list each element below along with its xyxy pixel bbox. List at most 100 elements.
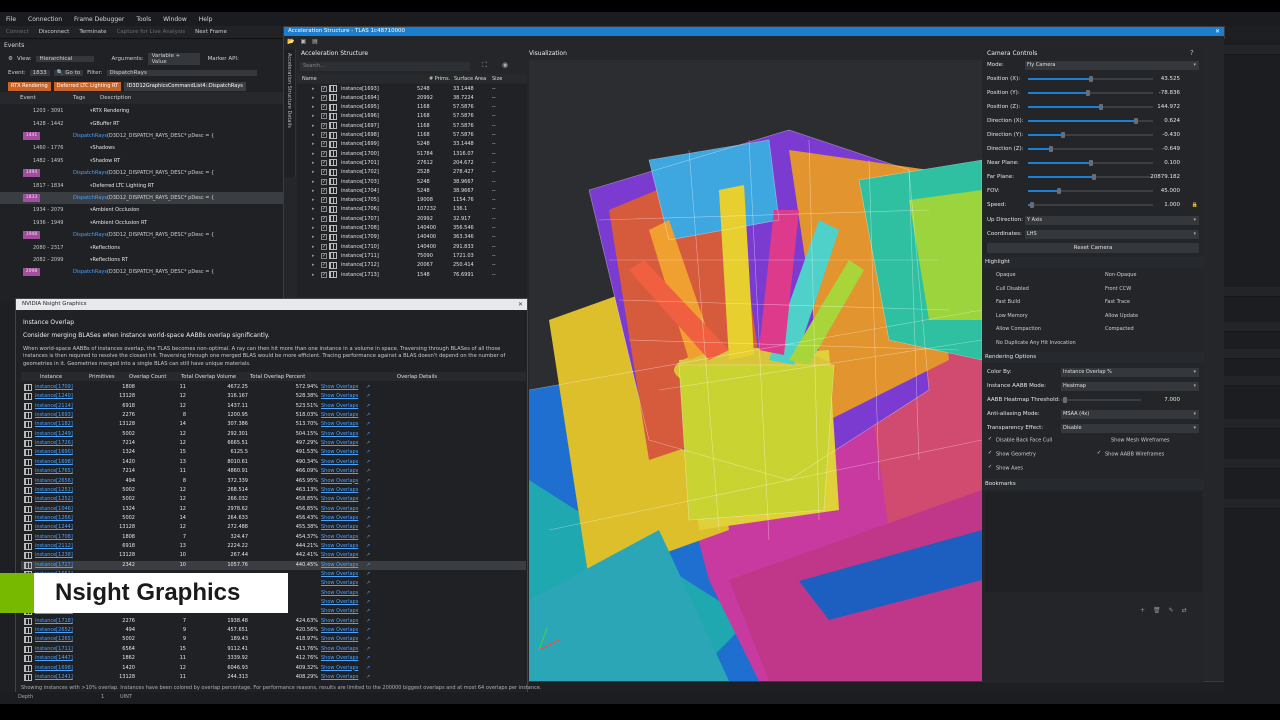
chevron-right-icon[interactable]: ▸ xyxy=(312,272,315,278)
external-link-icon[interactable]: ↗ xyxy=(366,384,370,390)
next-frame-button[interactable]: Next Frame xyxy=(195,29,227,35)
tree-row[interactable]: ▸ ✓ instance[1696] 1168 57.5876 -- xyxy=(297,112,527,121)
instance-link[interactable]: instance[1241] xyxy=(35,674,73,680)
slider-track[interactable] xyxy=(1028,202,1153,208)
arguments-select[interactable]: Variable + Value xyxy=(147,53,200,65)
up-direction-select[interactable]: Y Axis xyxy=(1025,215,1199,225)
menu-connection[interactable]: Connection xyxy=(28,16,62,23)
event-row[interactable]: 1203 - 3091 ▾ RTX Rendering xyxy=(0,105,283,117)
instance-link[interactable]: instance[1718] xyxy=(35,618,73,624)
external-link-icon[interactable]: ↗ xyxy=(366,431,370,437)
slider-knob[interactable] xyxy=(1092,174,1097,180)
tree-row[interactable]: ▸ ✓ instance[1697] 1168 57.5876 -- xyxy=(297,121,527,130)
checkbox[interactable]: ✓ xyxy=(321,206,327,213)
slider-knob[interactable] xyxy=(1088,76,1093,82)
overlap-row[interactable]: instance[2112] 6918 13 2224.22 444.21% Show O… xyxy=(21,542,526,551)
external-link-icon[interactable]: ↗ xyxy=(366,655,370,661)
overlap-row[interactable]: instance[1182] 13128 14 307.386 513.70% Show … xyxy=(21,420,526,429)
instance-link[interactable]: instance[1265] xyxy=(35,636,73,642)
overlap-row[interactable]: instance[1238] 13128 10 267.44 442.41% Show O… xyxy=(21,551,526,560)
tree-row[interactable]: ▸ ✓ instance[1699] 5248 33.1448 -- xyxy=(297,140,527,149)
event-row[interactable]: 14941494 DispatchRays(D3D12_DISPATCH_RAY… xyxy=(0,167,283,179)
show-overlaps-link[interactable]: Show Overlaps xyxy=(321,636,358,642)
instance-link[interactable]: instance[1693] xyxy=(35,412,73,418)
tree-row[interactable]: ▸ ✓ instance[1713] 1548 76.6991 -- xyxy=(297,270,527,279)
col-overlap-count[interactable]: Overlap Count xyxy=(129,374,166,380)
checkbox[interactable] xyxy=(1102,437,1108,443)
col-tags[interactable]: Tags xyxy=(73,95,85,101)
external-link-icon[interactable]: ↗ xyxy=(366,608,370,614)
event-row[interactable]: 18331833 DispatchRays(D3D12_DISPATCH_RAY… xyxy=(0,191,283,205)
aa-mode-select[interactable]: MSAA (4x) xyxy=(1061,409,1199,419)
chevron-right-icon[interactable]: ▸ xyxy=(312,169,315,175)
highlight-option[interactable]: Compacted xyxy=(1105,326,1134,332)
highlight-option[interactable]: Front CCW xyxy=(1105,286,1131,292)
slider-knob[interactable] xyxy=(1061,132,1065,138)
highlight-option[interactable]: Cull Disabled xyxy=(996,286,1029,292)
slider-track[interactable] xyxy=(1028,104,1153,110)
overlap-row[interactable]: instance[1718] 2276 7 1938.48 424.63% Show Ov… xyxy=(21,617,526,626)
external-link-icon[interactable]: ↗ xyxy=(366,665,370,671)
instance-link[interactable]: instance[1690] xyxy=(35,449,73,455)
capture-button[interactable]: Capture for Live Analysis xyxy=(117,29,186,35)
overlap-row[interactable]: instance[1708] 1808 7 324.47 454.37% Show Ove… xyxy=(21,533,526,542)
instance-link[interactable]: instance[1765] xyxy=(35,468,73,474)
external-link-icon[interactable]: ↗ xyxy=(366,636,370,642)
event-row[interactable]: 14411441 DispatchRays(D3D12_DISPATCH_RAY… xyxy=(0,130,283,142)
help-icon[interactable]: ? xyxy=(1190,49,1194,57)
external-link-icon[interactable]: ↗ xyxy=(366,459,370,465)
col-description[interactable]: Description xyxy=(100,95,131,101)
instance-link[interactable]: instance[1244] xyxy=(35,524,73,530)
checkbox[interactable]: ✓ xyxy=(321,178,327,185)
col-overlap-details[interactable]: Overlap Details xyxy=(397,374,437,380)
checkbox[interactable]: ✓ xyxy=(321,132,327,138)
show-overlaps-link[interactable]: Show Overlaps xyxy=(321,674,358,680)
chevron-right-icon[interactable]: ▸ xyxy=(312,86,315,92)
show-overlaps-link[interactable]: Show Overlaps xyxy=(321,543,358,549)
event-row[interactable]: 2080 - 2317 ▾ Reflections xyxy=(0,241,283,253)
slider-track[interactable] xyxy=(1028,118,1153,124)
external-link-icon[interactable]: ↗ xyxy=(366,674,370,680)
chevron-right-icon[interactable]: ▸ xyxy=(312,206,315,212)
highlight-option[interactable]: Fast Build xyxy=(996,299,1020,305)
menu-help[interactable]: Help xyxy=(199,16,213,23)
instance-link[interactable]: instance[1249] xyxy=(35,431,73,437)
chevron-right-icon[interactable]: ▸ xyxy=(312,95,315,101)
col-size[interactable]: Size xyxy=(492,76,502,82)
instance-link[interactable]: instance[1238] xyxy=(35,552,73,558)
show-overlaps-link[interactable]: Show Overlaps xyxy=(321,421,358,427)
show-overlaps-link[interactable]: Show Overlaps xyxy=(321,655,358,661)
show-overlaps-link[interactable]: Show Overlaps xyxy=(321,487,358,493)
tree-row[interactable]: ▸ ✓ instance[1693] 5248 33.1448 -- xyxy=(297,84,527,93)
goto-button[interactable]: 🔍 Go to xyxy=(53,70,84,76)
instance-link[interactable]: instance[1698] xyxy=(35,665,73,671)
reset-camera-button[interactable]: Reset Camera xyxy=(987,243,1199,253)
add-icon[interactable]: + xyxy=(1140,607,1145,614)
chevron-right-icon[interactable]: ▸ xyxy=(312,253,315,259)
slider-knob[interactable] xyxy=(1057,188,1062,194)
external-link-icon[interactable]: ↗ xyxy=(366,618,370,624)
show-overlaps-link[interactable]: Show Overlaps xyxy=(321,665,358,671)
checkbox[interactable]: ✓ xyxy=(321,104,327,111)
instance-link[interactable]: instance[1447] xyxy=(35,655,73,661)
highlight-option[interactable]: Allow Compaction xyxy=(996,326,1041,332)
tree-row[interactable]: ▸ ✓ instance[1703] 5248 38.9667 -- xyxy=(297,177,527,186)
checkbox[interactable]: ✓ xyxy=(321,122,327,129)
slider-knob[interactable] xyxy=(1088,160,1093,166)
overlap-row[interactable]: instance[1726] 7214 12 6665.51 497.29% Show O… xyxy=(21,439,526,448)
overlap-row[interactable]: instance[1693] 2276 8 1200.95 518.03% Show Ov… xyxy=(21,411,526,420)
instance-link[interactable]: instance[2652] xyxy=(35,627,73,633)
show-overlaps-link[interactable]: Show Overlaps xyxy=(321,496,358,502)
event-row[interactable]: 20982098 DispatchRays(D3D12_DISPATCH_RAY… xyxy=(0,266,283,278)
external-link-icon[interactable]: ↗ xyxy=(366,403,370,409)
show-overlaps-link[interactable]: Show Overlaps xyxy=(321,515,358,521)
edit-icon[interactable]: ✎ xyxy=(1169,607,1174,614)
checkbox[interactable]: ✓ xyxy=(321,169,327,176)
close-icon[interactable]: ✕ xyxy=(1215,27,1220,36)
external-link-icon[interactable]: ↗ xyxy=(366,487,370,493)
checkbox[interactable]: ✓ xyxy=(1096,451,1102,457)
view-select[interactable]: Hierarchical xyxy=(35,56,94,62)
as-search-input[interactable]: Search... xyxy=(300,62,470,71)
show-overlaps-link[interactable]: Show Overlaps xyxy=(321,524,358,530)
external-link-icon[interactable]: ↗ xyxy=(366,468,370,474)
